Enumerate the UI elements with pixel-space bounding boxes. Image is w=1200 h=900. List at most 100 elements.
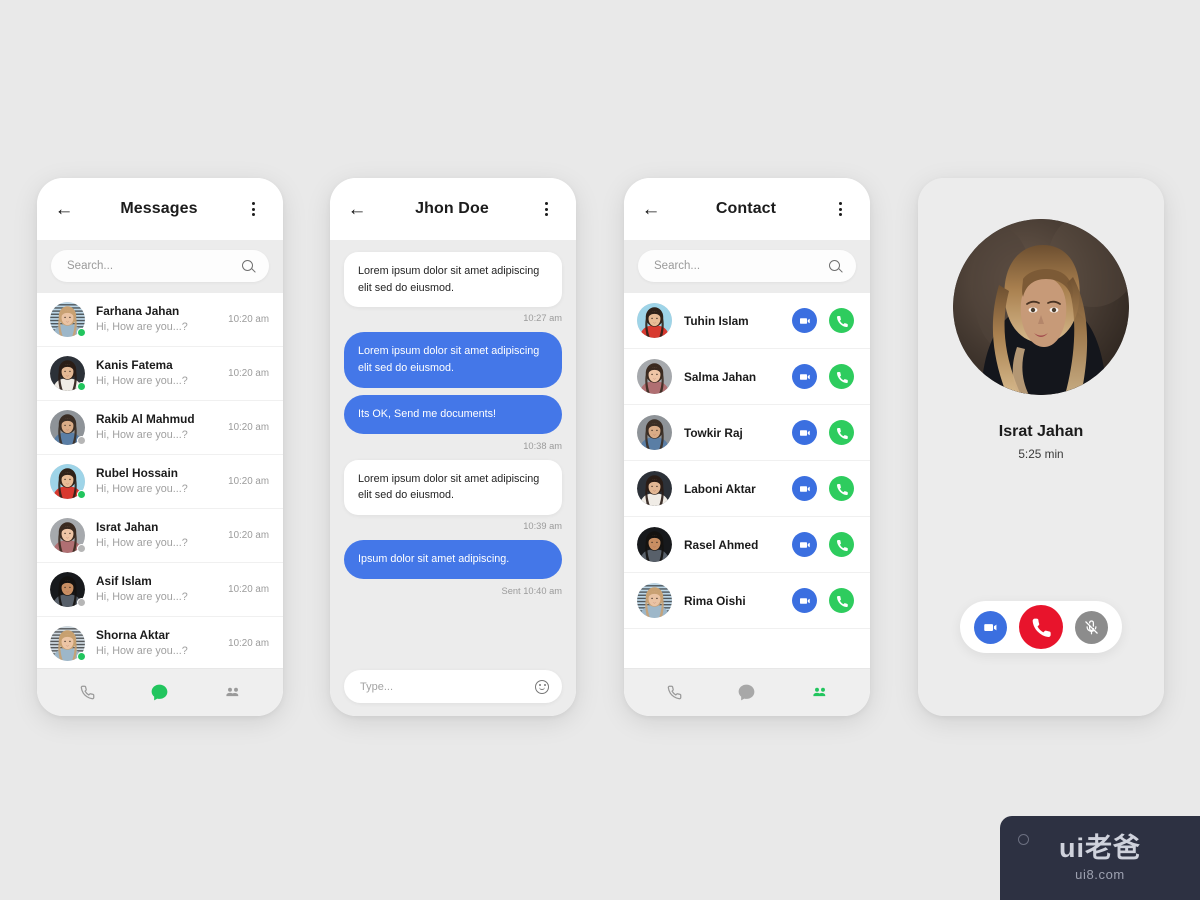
video-call-button[interactable] — [792, 308, 817, 333]
more-vertical-icon[interactable] — [536, 198, 558, 220]
message-timestamp: 10:38 am — [523, 440, 562, 451]
contact-name: Towkir Raj — [684, 425, 743, 440]
call-screen: Israt Jahan 5:25 min — [918, 178, 1164, 716]
nav-contacts-icon[interactable] — [803, 677, 837, 707]
avatar — [50, 464, 86, 499]
message-text-block: Shorna Aktar Hi, How are you...? — [96, 628, 217, 660]
message-text-block: Asif Islam Hi, How are you...? — [96, 574, 217, 606]
message-list-item[interactable]: Asif Islam Hi, How are you...? 10:20 am — [37, 563, 283, 617]
nav-chat-icon[interactable] — [730, 677, 764, 707]
nav-phone-icon[interactable] — [70, 677, 104, 707]
contact-list-item[interactable]: Tuhin Islam — [624, 293, 870, 349]
message-time: 10:20 am — [228, 368, 269, 379]
message-preview: Hi, How are you...? — [96, 320, 188, 333]
presence-offline-indicator — [77, 436, 86, 445]
message-input-placeholder: Type... — [360, 680, 394, 693]
contact-list-item[interactable]: Rima Oishi — [624, 573, 870, 629]
presence-online-indicator — [77, 490, 86, 499]
presence-online-indicator — [77, 652, 86, 661]
search-input[interactable]: Search... — [51, 250, 269, 282]
contact-name: Rakib Al Mahmud — [96, 411, 195, 426]
message-preview: Hi, How are you...? — [96, 536, 188, 549]
mute-button[interactable] — [1075, 610, 1108, 644]
search-placeholder: Search... — [67, 260, 114, 272]
message-time: 10:20 am — [228, 422, 269, 433]
contact-list-item[interactable]: Laboni Aktar — [624, 461, 870, 517]
nav-chat-icon[interactable] — [143, 677, 177, 707]
audio-call-button[interactable] — [829, 476, 854, 501]
message-text-block: Rakib Al Mahmud Hi, How are you...? — [96, 412, 217, 444]
contact-name: Asif Islam — [96, 573, 152, 588]
contact-list-item[interactable]: Salma Jahan — [624, 349, 870, 405]
more-vertical-icon[interactable] — [830, 198, 852, 220]
avatar — [637, 527, 672, 562]
search-icon — [829, 259, 842, 273]
audio-call-button[interactable] — [829, 420, 854, 445]
avatar — [50, 410, 86, 445]
message-list-item[interactable]: Farhana Jahan Hi, How are you...? 10:20 … — [37, 293, 283, 347]
end-call-button[interactable] — [1019, 605, 1063, 649]
video-call-button[interactable] — [792, 532, 817, 557]
watermark: ui老爸 ui8.com — [1000, 816, 1200, 900]
audio-call-button[interactable] — [829, 588, 854, 613]
audio-call-button[interactable] — [829, 364, 854, 389]
message-preview: Hi, How are you...? — [96, 590, 188, 603]
presence-offline-indicator — [77, 544, 86, 553]
contact-list-item[interactable]: Towkir Raj — [624, 405, 870, 461]
video-call-button[interactable] — [792, 588, 817, 613]
outgoing-message-bubble: Its OK, Send me documents! — [344, 394, 562, 434]
contact-name: Salma Jahan — [684, 369, 757, 384]
message-text-block: Rubel Hossain Hi, How are you...? — [96, 466, 217, 498]
message-time: 10:20 am — [228, 638, 269, 649]
avatar — [637, 359, 672, 394]
more-vertical-icon[interactable] — [243, 198, 265, 220]
avatar — [637, 415, 672, 450]
video-call-button[interactable] — [792, 476, 817, 501]
message-list: Farhana Jahan Hi, How are you...? 10:20 … — [37, 293, 283, 668]
outgoing-message-bubble: Ipsum dolor sit amet adipiscing. — [344, 540, 562, 579]
audio-call-button[interactable] — [829, 308, 854, 333]
nav-contacts-icon[interactable] — [216, 677, 250, 707]
chat-title: Jhon Doe — [415, 200, 489, 217]
message-preview: Hi, How are you...? — [96, 374, 188, 387]
avatar — [50, 302, 86, 337]
avatar — [50, 356, 86, 391]
avatar — [50, 518, 86, 553]
contact-name: Rasel Ahmed — [684, 537, 759, 552]
audio-call-button[interactable] — [829, 532, 854, 557]
bottom-nav-messages — [37, 668, 283, 716]
bottom-nav-contacts — [624, 668, 870, 716]
video-call-button[interactable] — [974, 610, 1007, 644]
message-list-item[interactable]: Rakib Al Mahmud Hi, How are you...? 10:2… — [37, 401, 283, 455]
presence-online-indicator — [77, 328, 86, 337]
watermark-logo: ui老爸 — [1059, 832, 1141, 863]
message-list-item[interactable]: Shorna Aktar Hi, How are you...? 10:20 a… — [37, 617, 283, 668]
caller-name: Israt Jahan — [998, 423, 1084, 440]
contact-name: Rima Oishi — [684, 593, 746, 608]
message-list-item[interactable]: Israt Jahan Hi, How are you...? 10:20 am — [37, 509, 283, 563]
nav-phone-icon[interactable] — [657, 677, 691, 707]
message-input[interactable]: Type... — [344, 670, 562, 703]
message-time: 10:20 am — [228, 530, 269, 541]
smiley-icon[interactable] — [535, 679, 549, 694]
message-timestamp: 10:27 am — [523, 313, 562, 324]
message-list-item[interactable]: Rubel Hossain Hi, How are you...? 10:20 … — [37, 455, 283, 509]
contact-name: Israt Jahan — [96, 519, 159, 534]
avatar — [50, 626, 86, 661]
back-icon[interactable]: ← — [346, 198, 368, 220]
message-preview: Hi, How are you...? — [96, 482, 188, 495]
contact-list-item[interactable]: Rasel Ahmed — [624, 517, 870, 573]
avatar — [637, 583, 672, 618]
video-call-button[interactable] — [792, 364, 817, 389]
video-call-button[interactable] — [792, 420, 817, 445]
search-input[interactable]: Search... — [638, 250, 856, 282]
avatar — [637, 303, 672, 338]
chat-thread: Lorem ipsum dolor sit amet adipiscing el… — [330, 240, 576, 716]
incoming-message-bubble: Lorem ipsum dolor sit amet adipiscing el… — [344, 459, 562, 516]
search-bar-container: Search... — [37, 240, 283, 293]
back-icon[interactable]: ← — [53, 198, 75, 220]
message-preview: Hi, How are you...? — [96, 428, 188, 441]
back-icon[interactable]: ← — [640, 198, 662, 220]
message-list-item[interactable]: Kanis Fatema Hi, How are you...? 10:20 a… — [37, 347, 283, 401]
